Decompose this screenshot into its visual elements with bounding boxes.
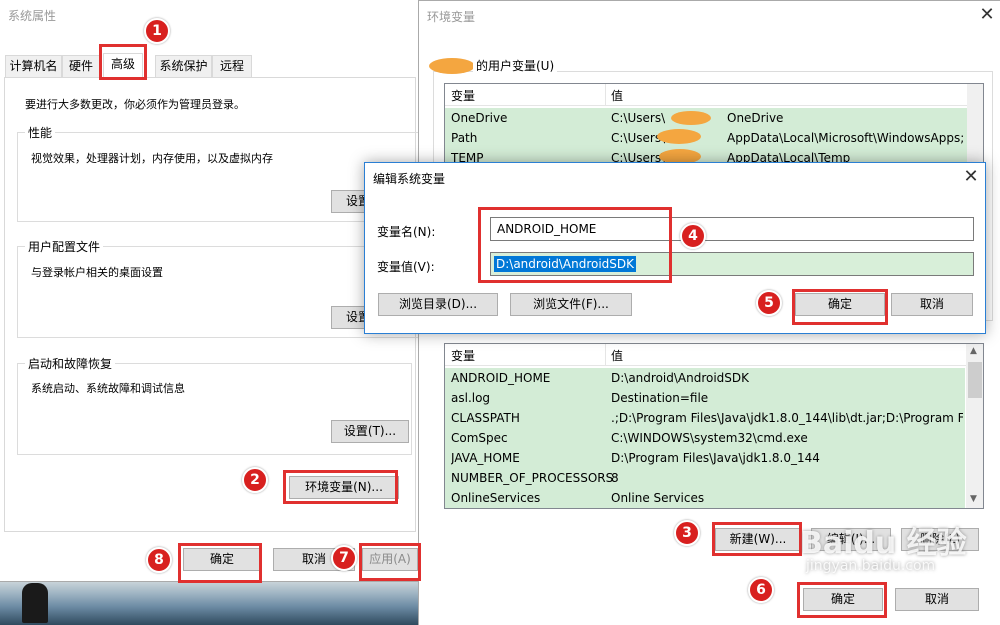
- baidu-watermark: Baidu 经验: [800, 526, 967, 561]
- variable-value-label: 变量值(V):: [377, 260, 435, 274]
- table-row[interactable]: asl.log Destination=file: [445, 388, 965, 408]
- var-value-tail: OneDrive: [727, 111, 784, 125]
- var-value: .;D:\Program Files\Java\jdk1.8.0_144\lib…: [611, 411, 963, 425]
- var-name: OnlineServices: [451, 491, 541, 505]
- var-value: D:\Program Files\Java\jdk1.8.0_144: [611, 451, 820, 465]
- admin-note: 要进行大多数更改，你必须作为管理员登录。: [25, 98, 245, 111]
- user-profile-desc: 与登录帐户相关的桌面设置: [31, 266, 163, 279]
- titlebar: 系统属性: [0, 0, 419, 30]
- column-header-variable[interactable]: 变量: [451, 87, 475, 104]
- table-row[interactable]: NUMBER_OF_PROCESSORS 8: [445, 468, 965, 488]
- browse-file-button[interactable]: 浏览文件(F)...: [510, 293, 632, 316]
- table-row[interactable]: OnlineServices Online Services: [445, 488, 965, 508]
- column-header-variable[interactable]: 变量: [451, 347, 475, 364]
- annotation-box-edit-ok: [792, 289, 888, 325]
- startup-recovery-desc: 系统启动、系统故障和调试信息: [31, 382, 185, 395]
- var-value: C:\WINDOWS\system32\cmd.exe: [611, 431, 808, 445]
- var-value: 8: [611, 471, 619, 485]
- desktop-wallpaper: [0, 580, 420, 625]
- tab-hardware[interactable]: 硬件: [62, 55, 100, 77]
- close-icon[interactable]: ✕: [961, 168, 981, 188]
- var-value: Online Services: [611, 491, 705, 505]
- annotation-box-advanced-tab: [99, 44, 147, 80]
- close-icon[interactable]: ✕: [977, 6, 997, 26]
- redacted-username: [657, 129, 701, 144]
- window-title: 环境变量: [427, 10, 476, 24]
- list-header: 变量 值: [445, 84, 983, 106]
- user-variables-list[interactable]: 变量 值 OneDrive C:\Users\ OneDrive Path C:…: [444, 83, 984, 173]
- table-row[interactable]: OneDrive C:\Users\ OneDrive: [445, 108, 983, 128]
- tab-remote[interactable]: 远程: [212, 55, 252, 77]
- performance-label: 性能: [25, 124, 56, 141]
- var-name: ComSpec: [451, 431, 508, 445]
- table-row[interactable]: CLASSPATH .;D:\Program Files\Java\jdk1.8…: [445, 408, 965, 428]
- list-header: 变量 值: [445, 344, 983, 366]
- step-badge-2: 2: [242, 467, 268, 493]
- edit-system-variable-dialog: 编辑系统变量 ✕ 变量名(N): ANDROID_HOME 变量值(V): D:…: [364, 162, 986, 334]
- titlebar: 编辑系统变量 ✕: [365, 163, 985, 193]
- annotation-box-edit-fields: [478, 207, 672, 283]
- cancel-button[interactable]: 取消: [895, 588, 979, 611]
- advanced-tab-panel: 要进行大多数更改，你必须作为管理员登录。 性能 视觉效果，处理器计划，内存使用，…: [4, 77, 427, 532]
- variable-name-label: 变量名(N):: [377, 225, 436, 239]
- system-variables-list[interactable]: 变量 值 ANDROID_HOME D:\android\AndroidSDK …: [444, 343, 984, 509]
- annotation-box-envvars-ok: [797, 582, 887, 618]
- wallpaper-figure: [22, 583, 48, 623]
- tab-computer-name[interactable]: 计算机名: [5, 55, 62, 77]
- step-badge-5: 5: [756, 290, 782, 316]
- var-name: Path: [451, 131, 478, 145]
- window-title: 系统属性: [8, 9, 57, 23]
- tab-system-protection[interactable]: 系统保护: [155, 55, 212, 77]
- column-separator: [605, 344, 606, 366]
- step-badge-7: 7: [331, 545, 357, 571]
- annotation-box-envvars-button: [283, 470, 398, 504]
- scrollbar[interactable]: ▲ ▼: [966, 344, 983, 508]
- titlebar: 环境变量 ✕: [419, 1, 1000, 31]
- table-row[interactable]: ComSpec C:\WINDOWS\system32\cmd.exe: [445, 428, 965, 448]
- scroll-up-icon[interactable]: ▲: [970, 346, 977, 356]
- startup-recovery-label: 启动和故障恢复: [25, 355, 116, 372]
- var-name: OneDrive: [451, 111, 508, 125]
- step-badge-3: 3: [674, 520, 700, 546]
- performance-desc: 视觉效果，处理器计划，内存使用，以及虚拟内存: [31, 152, 273, 165]
- scroll-down-icon[interactable]: ▼: [970, 494, 977, 504]
- step-badge-1: 1: [144, 18, 170, 44]
- var-name: CLASSPATH: [451, 411, 520, 425]
- scrollbar[interactable]: [967, 84, 983, 172]
- browse-directory-button[interactable]: 浏览目录(D)...: [378, 293, 498, 316]
- redacted-username: [429, 58, 475, 74]
- var-name: ANDROID_HOME: [451, 371, 551, 385]
- redacted-username: [671, 111, 711, 125]
- scroll-thumb[interactable]: [968, 362, 982, 398]
- user-profile-label: 用户配置文件: [25, 238, 104, 255]
- annotation-box-sysprops-ok: [178, 543, 262, 583]
- dialog-title: 编辑系统变量: [373, 172, 446, 186]
- var-value: Destination=file: [611, 391, 709, 405]
- table-row[interactable]: ANDROID_HOME D:\android\AndroidSDK: [445, 368, 965, 388]
- column-header-value[interactable]: 值: [611, 87, 623, 104]
- var-value: C:\Users\: [611, 111, 666, 125]
- column-separator: [605, 84, 606, 106]
- var-value: D:\android\AndroidSDK: [611, 371, 750, 385]
- column-header-value[interactable]: 值: [611, 347, 623, 364]
- watermark-url: jingyan.baidu.com: [806, 558, 936, 574]
- startup-recovery-settings-button[interactable]: 设置(T)...: [331, 420, 409, 443]
- table-row[interactable]: Path C:\Users\ AppData\Local\Microsoft\W…: [445, 128, 983, 148]
- var-name: asl.log: [451, 391, 491, 405]
- table-row[interactable]: JAVA_HOME D:\Program Files\Java\jdk1.8.0…: [445, 448, 965, 468]
- var-name: JAVA_HOME: [451, 451, 520, 465]
- user-variables-label: 的用户变量(U): [473, 57, 558, 74]
- step-badge-6: 6: [748, 577, 774, 603]
- step-badge-8: 8: [146, 547, 172, 573]
- annotation-box-apply: [359, 543, 421, 581]
- var-name: NUMBER_OF_PROCESSORS: [451, 471, 614, 485]
- cancel-button[interactable]: 取消: [891, 293, 973, 316]
- step-badge-4: 4: [680, 223, 706, 249]
- annotation-box-new-button: [712, 522, 802, 556]
- var-value-tail: AppData\Local\Microsoft\WindowsApps;: [727, 131, 965, 145]
